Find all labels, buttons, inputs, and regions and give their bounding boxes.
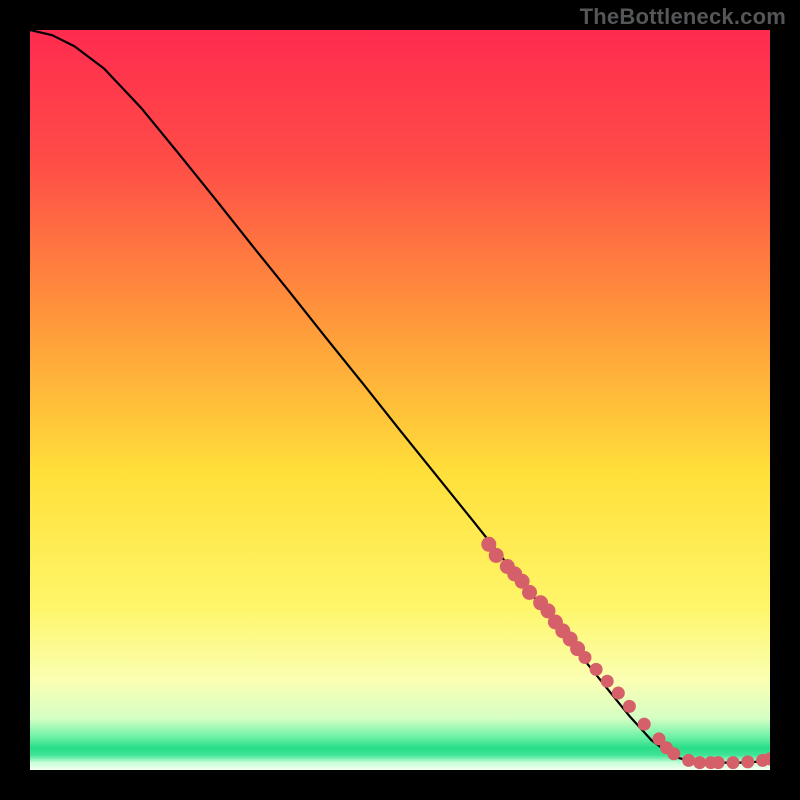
data-point bbox=[638, 718, 651, 731]
data-point bbox=[741, 755, 754, 768]
watermark-text: TheBottleneck.com bbox=[580, 4, 786, 30]
plot-area bbox=[30, 30, 770, 770]
data-point bbox=[623, 700, 636, 713]
plot-svg bbox=[30, 30, 770, 770]
chart-stage: TheBottleneck.com bbox=[0, 0, 800, 800]
data-point bbox=[682, 754, 695, 767]
data-point bbox=[612, 687, 625, 700]
data-point bbox=[522, 585, 537, 600]
data-point bbox=[590, 663, 603, 676]
gradient-background bbox=[30, 30, 770, 770]
data-point bbox=[667, 747, 680, 760]
data-point bbox=[727, 756, 740, 769]
data-point bbox=[579, 651, 592, 664]
data-point bbox=[693, 756, 706, 769]
data-point bbox=[601, 675, 614, 688]
data-point bbox=[489, 548, 504, 563]
data-point bbox=[712, 756, 725, 769]
